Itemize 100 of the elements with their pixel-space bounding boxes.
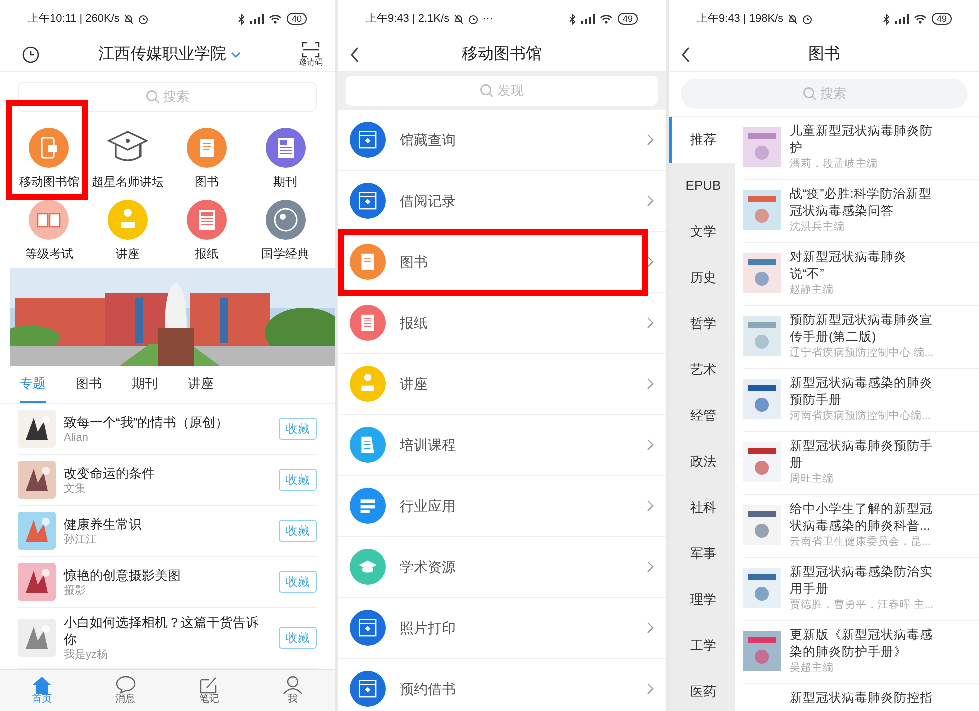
category-item[interactable]: 经管	[669, 393, 735, 439]
status-time: 上午10:11 | 260K/s	[28, 12, 120, 27]
shortcut-item[interactable]: 超星名师讲坛	[92, 128, 164, 190]
book-author: 河南省疾病预防控制中心编...	[790, 409, 932, 423]
document-icon	[350, 244, 386, 280]
feed-author: 文集	[64, 482, 87, 496]
book-title[interactable]: 儿童新型冠状病毒肺炎防护	[790, 123, 940, 157]
chevron-down-icon[interactable]	[230, 52, 240, 58]
category-item[interactable]: 理学	[669, 577, 735, 623]
nav-item[interactable]: 消息	[116, 676, 136, 706]
book-author: 云南省卫生健康委员会，昆...	[790, 535, 932, 549]
category-item[interactable]: 文学	[669, 209, 735, 255]
wifi-icon	[600, 14, 613, 24]
category-item[interactable]: 社科	[669, 485, 735, 531]
more-dots: ···	[482, 12, 494, 27]
menu-item[interactable]: 行业应用	[338, 476, 666, 537]
menu-item[interactable]: 培训课程	[338, 415, 666, 476]
chevron-right-icon	[647, 622, 654, 634]
menu-item[interactable]: 学术资源	[338, 537, 666, 598]
back-icon[interactable]	[350, 47, 360, 63]
tab[interactable]: 讲座	[188, 366, 214, 403]
phone-book-icon	[29, 128, 70, 168]
tab[interactable]: 期刊	[132, 366, 158, 403]
scan-icon[interactable]	[302, 42, 320, 58]
category-item[interactable]: 政法	[669, 439, 735, 485]
nav-item[interactable]: 我	[283, 676, 304, 706]
book-title[interactable]: 新型冠状病毒感染的肺炎预防手册	[790, 375, 940, 409]
battery-indicator: 49	[618, 13, 638, 25]
chevron-right-icon	[647, 683, 654, 695]
history-icon[interactable]	[22, 46, 40, 64]
feed-title[interactable]: 惊艳的创意摄影美图	[64, 566, 271, 584]
status-time: 上午9:43 | 198K/s	[697, 12, 784, 27]
book-title[interactable]: 新型冠状病毒肺炎防控指	[790, 690, 940, 707]
shortcut-item[interactable]: 讲座	[108, 200, 148, 262]
newspaper-icon	[186, 200, 227, 240]
book-author: 沈洪兵主编	[790, 220, 846, 234]
menu-item[interactable]: 讲座	[338, 354, 666, 415]
document-icon	[350, 427, 386, 463]
feed-title[interactable]: 小白如何选择相机？这篇干货告诉你	[64, 614, 271, 648]
wifi-icon	[268, 14, 282, 24]
feed-author: Alian	[64, 430, 90, 444]
category-item[interactable]: 军事	[669, 531, 735, 577]
feed-author: 孙江江	[64, 532, 98, 546]
category-item[interactable]: 艺术	[669, 347, 735, 393]
feed-title[interactable]: 改变命运的条件	[64, 464, 271, 482]
book-title[interactable]: 给中小学生了解的新型冠状病毒感染的肺炎科普...	[790, 501, 940, 535]
category-item[interactable]: 推荐	[669, 117, 735, 163]
category-item[interactable]: EPUB	[669, 163, 735, 209]
tab[interactable]: 专题	[20, 366, 46, 403]
book-author: 辽宁省疾病预防控制中心 编...	[790, 346, 935, 360]
alarm-icon	[138, 14, 149, 24]
bell-off-icon	[124, 14, 134, 24]
back-icon[interactable]	[681, 47, 691, 63]
alarm-icon	[468, 14, 479, 24]
chevron-right-icon	[647, 378, 654, 390]
tab[interactable]: 图书	[76, 366, 102, 403]
menu-item[interactable]: 图书	[338, 232, 666, 293]
menu-item[interactable]: 借阅记录	[338, 171, 666, 232]
menu-item[interactable]: 馆藏查询	[338, 110, 666, 171]
nav-item[interactable]: 笔记	[199, 676, 220, 706]
signal-icon	[894, 14, 909, 24]
invite-label[interactable]: 邀请码	[299, 58, 323, 68]
menu-item[interactable]: 照片打印	[338, 598, 666, 659]
book-title[interactable]: 更新版《新型冠状病毒感染的肺炎防护手册》	[790, 627, 940, 661]
shortcut-item[interactable]: 期刊	[266, 128, 306, 190]
edit-note-icon	[199, 676, 220, 694]
book-title[interactable]: 新型冠状病毒肺炎预防手册	[790, 438, 940, 472]
book-title[interactable]: 新型冠状病毒感染防治实用手册	[790, 564, 940, 598]
feed-title[interactable]: 致每一个“我”的情书（原创）	[64, 414, 271, 430]
signal-icon	[580, 14, 595, 24]
book-title[interactable]: 预防新型冠状病毒肺炎宣传手册(第二版)	[790, 312, 940, 346]
chevron-right-icon	[647, 256, 654, 268]
category-item[interactable]: 哲学	[669, 301, 735, 347]
category-item[interactable]: 医药	[669, 669, 735, 711]
shortcut-item[interactable]: 报纸	[186, 200, 227, 262]
window-icon	[350, 122, 386, 158]
menu-item[interactable]: 报纸	[338, 293, 666, 354]
status-time: 上午9:43 | 2.1K/s	[366, 12, 450, 27]
chevron-right-icon	[647, 561, 654, 573]
shortcut-item[interactable]: 图书	[186, 128, 227, 190]
battery-indicator: 40	[286, 13, 307, 25]
book-title[interactable]: 对新型冠状病毒肺炎说“不”	[790, 249, 940, 283]
chevron-right-icon	[647, 439, 654, 451]
book-title[interactable]: 战“疫”必胜:科学防治新型冠状病毒感染问答	[790, 186, 940, 220]
category-item[interactable]: 工学	[669, 623, 735, 669]
menu-item[interactable]: 预约借书	[338, 659, 666, 711]
bluetooth-icon	[882, 14, 890, 24]
book-author: 潘莉，段孟岐主编	[790, 157, 879, 171]
screen-title: 图书	[808, 44, 840, 64]
category-item[interactable]: 历史	[669, 255, 735, 301]
shortcut-item[interactable]: 等级考试	[25, 200, 74, 262]
school-title[interactable]: 江西传媒职业学院	[98, 42, 226, 66]
window-icon	[350, 183, 386, 219]
shortcut-item[interactable]: 移动图书馆	[19, 128, 80, 190]
bluetooth-icon	[238, 14, 245, 24]
feed-title[interactable]: 健康养生常识	[64, 516, 271, 532]
wifi-icon	[914, 14, 927, 24]
shortcut-item[interactable]: 国学经典	[262, 200, 310, 262]
bell-off-icon	[788, 14, 798, 24]
lecturer-icon	[108, 200, 148, 240]
